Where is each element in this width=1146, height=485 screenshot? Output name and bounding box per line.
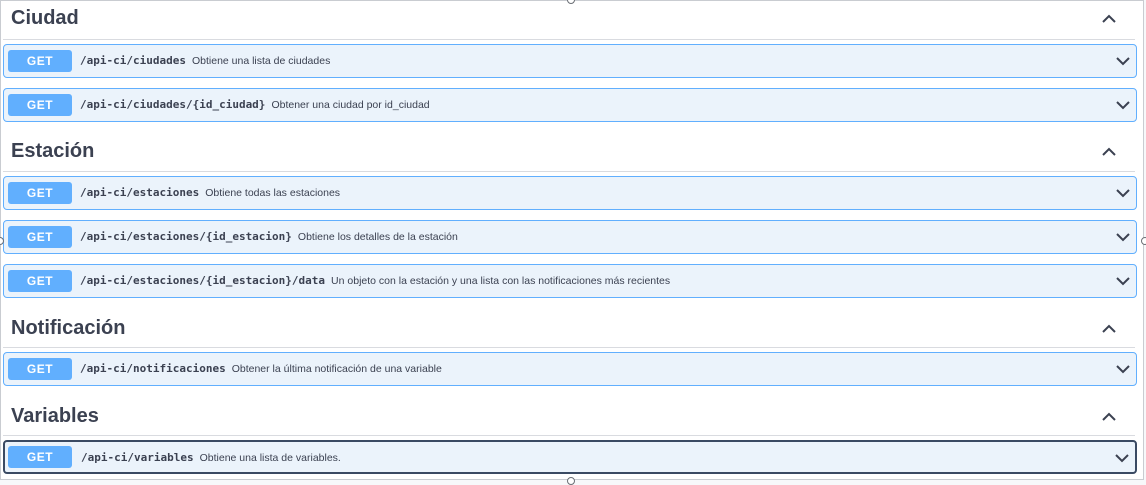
- operation-path: /api-ci/estaciones Obtiene todas las esta…: [80, 186, 341, 199]
- chevron-up-icon[interactable]: [1099, 319, 1119, 339]
- chevron-down-icon[interactable]: [1114, 52, 1132, 70]
- operation-path: /api-ci/ciudades Obtiene una lista de ciu…: [80, 54, 331, 67]
- operation-summary: Obtiene los detalles de la estación: [297, 231, 458, 243]
- section-title: Notificación: [11, 317, 126, 339]
- operation-summary: Obtiene una lista de variables.: [199, 452, 341, 464]
- section-divider: [3, 435, 1135, 436]
- resize-handle-right[interactable]: [1141, 237, 1146, 245]
- chevron-down-icon[interactable]: [1113, 449, 1131, 467]
- operation-row[interactable]: GET /api-ci/estaciones/{id_estacion}/dat…: [3, 264, 1137, 298]
- chevron-down-icon[interactable]: [1114, 184, 1132, 202]
- operation-path: /api-ci/variables Obtiene una lista de va…: [81, 451, 341, 464]
- method-badge: GET: [8, 50, 72, 72]
- section-divider: [3, 171, 1135, 172]
- chevron-up-icon[interactable]: [1099, 407, 1119, 427]
- operation-row[interactable]: GET /api-ci/ciudades/{id_ciudad} Obtener …: [3, 88, 1137, 122]
- operation-path: /api-ci/ciudades/{id_ciudad} Obtener una …: [80, 98, 430, 111]
- section-title: Ciudad: [11, 7, 79, 29]
- method-badge: GET: [8, 446, 72, 468]
- operation-path: /api-ci/estaciones/{id_estacion} Obtiene …: [80, 230, 458, 243]
- operation-row[interactable]: GET /api-ci/notificaciones Obtener la últ…: [3, 352, 1137, 386]
- api-docs-frame: Ciudad GET /api-ci/ciudades Obtiene una l…: [0, 0, 1144, 480]
- section-title: Variables: [11, 405, 99, 427]
- operation-row[interactable]: GET /api-ci/ciudades Obtiene una lista de…: [3, 44, 1137, 78]
- operation-row[interactable]: GET /api-ci/estaciones Obtiene todas las …: [3, 176, 1137, 210]
- method-badge: GET: [8, 182, 72, 204]
- chevron-up-icon[interactable]: [1099, 142, 1119, 162]
- operation-row-selected[interactable]: GET /api-ci/variables Obtiene una lista d…: [3, 440, 1137, 474]
- operation-summary: Un objeto con la estación y una lista co…: [331, 275, 671, 287]
- operation-path: /api-ci/notificaciones Obtener la última …: [80, 362, 442, 375]
- chevron-down-icon[interactable]: [1114, 228, 1132, 246]
- section-header-ciudad[interactable]: Ciudad: [1, 1, 1143, 37]
- chevron-down-icon[interactable]: [1114, 272, 1132, 290]
- chevron-up-icon[interactable]: [1099, 9, 1119, 29]
- section-divider: [3, 347, 1135, 348]
- resize-handle-bottom[interactable]: [567, 477, 575, 485]
- operation-summary: Obtiene una lista de ciudades: [191, 55, 331, 67]
- section-header-notificacion[interactable]: Notificación: [1, 311, 1143, 347]
- method-badge: GET: [8, 270, 72, 292]
- method-badge: GET: [8, 94, 72, 116]
- section-title: Estación: [11, 140, 95, 162]
- chevron-down-icon[interactable]: [1114, 360, 1132, 378]
- method-badge: GET: [8, 226, 72, 248]
- method-badge: GET: [8, 358, 72, 380]
- section-header-estacion[interactable]: Estación: [1, 134, 1143, 170]
- section-header-variables[interactable]: Variables: [1, 399, 1143, 435]
- operation-summary: Obtener una ciudad por id_ciudad: [271, 99, 430, 111]
- chevron-down-icon[interactable]: [1114, 96, 1132, 114]
- operation-summary: Obtener la última notificación de una va…: [231, 363, 442, 375]
- operation-row[interactable]: GET /api-ci/estaciones/{id_estacion} Obti…: [3, 220, 1137, 254]
- section-divider: [3, 39, 1135, 40]
- operation-path: /api-ci/estaciones/{id_estacion}/data Un …: [80, 274, 671, 287]
- operation-summary: Obtiene todas las estaciones: [205, 187, 341, 199]
